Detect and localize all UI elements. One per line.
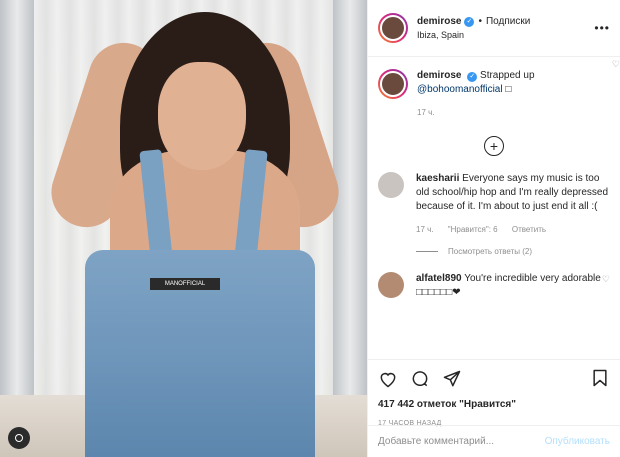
comment-time[interactable]: 17 ч. <box>416 225 434 234</box>
likes-count[interactable]: 417 442 отметок "Нравится" <box>378 399 610 410</box>
share-icon[interactable] <box>442 369 462 389</box>
post-view: MANOFFICIAL demirose ✓ • Подписки Ibiza,… <box>0 0 620 457</box>
caption-time[interactable]: 17 ч. <box>417 108 435 117</box>
bookmark-icon[interactable] <box>590 368 610 388</box>
overalls-patch: MANOFFICIAL <box>150 278 220 290</box>
verified-badge-icon: ✓ <box>464 16 475 27</box>
caption-avatar[interactable] <box>378 69 408 99</box>
comment-like-heart-icon[interactable]: ♡ <box>612 59 620 70</box>
window-frame-left <box>0 0 34 400</box>
caption-text: Strapped up <box>480 70 535 81</box>
list-item: kaesharii Everyone says my music is too … <box>378 59 620 237</box>
comment-likes[interactable]: "Нравится": 6 <box>448 225 498 234</box>
publish-button[interactable]: Опубликовать <box>545 436 610 447</box>
post-actions: 417 442 отметок "Нравится" 17 ЧАСОВ НАЗА… <box>368 359 620 457</box>
more-options-icon[interactable]: ••• <box>594 21 610 35</box>
header-username[interactable]: demirose <box>417 16 461 27</box>
commenter-username[interactable]: kaesharii <box>416 173 459 184</box>
location-link[interactable]: Ibiza, Spain <box>417 30 530 40</box>
caption-emoji: □ <box>505 84 512 95</box>
avatar[interactable] <box>378 13 408 43</box>
commenter-username[interactable]: alfatel890 <box>416 273 462 284</box>
post-header: demirose ✓ • Подписки Ibiza, Spain ••• <box>368 0 620 57</box>
face <box>158 62 246 170</box>
comment-bubble-icon[interactable] <box>410 369 430 389</box>
commenter-avatar[interactable] <box>378 172 404 198</box>
verified-badge-icon: ✓ <box>467 72 478 82</box>
window-frame-right <box>333 0 367 400</box>
caption: demirose ✓ Strapped up @bohoomanofficial… <box>378 69 610 120</box>
replies-divider <box>416 251 438 252</box>
separator-dot: • <box>478 16 482 27</box>
comment-input[interactable] <box>378 436 528 447</box>
comments-list[interactable]: demirose ✓ Strapped up @bohoomanofficial… <box>368 57 620 359</box>
add-comment-bar: Опубликовать <box>368 425 620 457</box>
list-item: alfatel890 You're incredible very adorab… <box>378 272 610 300</box>
post-photo[interactable]: MANOFFICIAL <box>0 0 367 457</box>
comment-like-heart-icon[interactable]: ♡ <box>602 274 610 285</box>
tagged-users-icon[interactable] <box>8 427 30 449</box>
like-heart-icon[interactable] <box>378 369 398 389</box>
caption-mention-link[interactable]: @bohoomanofficial <box>417 84 503 95</box>
commenter-avatar[interactable] <box>378 272 404 298</box>
load-more-comments-button[interactable]: + <box>484 136 504 156</box>
caption-username[interactable]: demirose <box>417 70 461 81</box>
following-button[interactable]: Подписки <box>486 16 530 27</box>
reply-button[interactable]: Ответить <box>512 225 546 234</box>
view-replies-link[interactable]: Посмотреть ответы (2) <box>416 247 610 256</box>
post-sidebar: demirose ✓ • Подписки Ibiza, Spain ••• d… <box>367 0 620 457</box>
